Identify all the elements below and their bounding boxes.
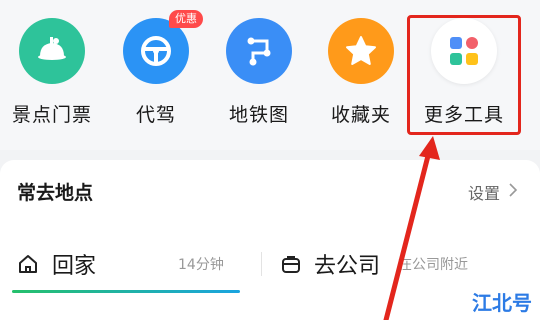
annotation-arrow (383, 136, 440, 320)
watermark-text: 江北号 (472, 291, 532, 315)
